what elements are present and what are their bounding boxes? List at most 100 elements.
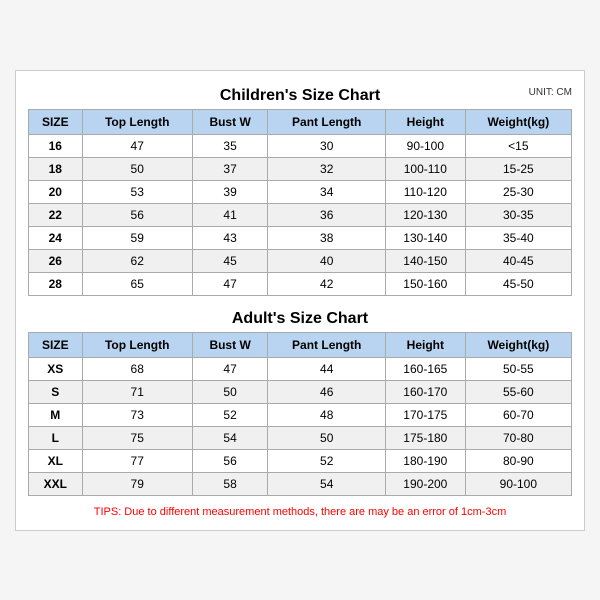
table-cell: 50 bbox=[82, 157, 192, 180]
table-cell: 53 bbox=[82, 180, 192, 203]
table-cell: 16 bbox=[29, 134, 83, 157]
table-cell: 90-100 bbox=[465, 472, 571, 495]
table-cell: 75 bbox=[82, 426, 192, 449]
table-cell: 22 bbox=[29, 203, 83, 226]
table-cell: 47 bbox=[192, 357, 268, 380]
table-row: 20533934110-12025-30 bbox=[29, 180, 572, 203]
table-cell: 130-140 bbox=[386, 226, 466, 249]
table-cell: 68 bbox=[82, 357, 192, 380]
table-cell: 43 bbox=[192, 226, 268, 249]
table-cell: 35 bbox=[192, 134, 268, 157]
table-cell: 34 bbox=[268, 180, 386, 203]
col-header-height: Height bbox=[386, 109, 466, 134]
col-header-bust-w: Bust W bbox=[192, 109, 268, 134]
table-cell: 56 bbox=[82, 203, 192, 226]
table-cell: 46 bbox=[268, 380, 386, 403]
table-cell: 160-170 bbox=[386, 380, 466, 403]
col-header-weight: Weight(kg) bbox=[465, 109, 571, 134]
table-row: 28654742150-16045-50 bbox=[29, 272, 572, 295]
table-cell: 40-45 bbox=[465, 249, 571, 272]
table-cell: 55-60 bbox=[465, 380, 571, 403]
col-header-size: SIZE bbox=[29, 109, 83, 134]
table-cell: 24 bbox=[29, 226, 83, 249]
table-cell: 56 bbox=[192, 449, 268, 472]
table-cell: 90-100 bbox=[386, 134, 466, 157]
table-row: XS684744160-16550-55 bbox=[29, 357, 572, 380]
table-row: S715046160-17055-60 bbox=[29, 380, 572, 403]
table-cell: 32 bbox=[268, 157, 386, 180]
table-cell: 26 bbox=[29, 249, 83, 272]
table-row: 24594338130-14035-40 bbox=[29, 226, 572, 249]
adult-col-header-height: Height bbox=[386, 332, 466, 357]
table-cell: 110-120 bbox=[386, 180, 466, 203]
table-cell: 70-80 bbox=[465, 426, 571, 449]
table-cell: 42 bbox=[268, 272, 386, 295]
table-cell: 30-35 bbox=[465, 203, 571, 226]
table-cell: 175-180 bbox=[386, 426, 466, 449]
table-cell: 48 bbox=[268, 403, 386, 426]
table-cell: 20 bbox=[29, 180, 83, 203]
adult-col-header-pant-length: Pant Length bbox=[268, 332, 386, 357]
table-row: 18503732100-11015-25 bbox=[29, 157, 572, 180]
table-row: L755450175-18070-80 bbox=[29, 426, 572, 449]
table-cell: 100-110 bbox=[386, 157, 466, 180]
table-cell: 18 bbox=[29, 157, 83, 180]
table-cell: S bbox=[29, 380, 83, 403]
table-cell: 120-130 bbox=[386, 203, 466, 226]
table-row: M735248170-17560-70 bbox=[29, 403, 572, 426]
col-header-pant-length: Pant Length bbox=[268, 109, 386, 134]
adult-col-header-top-length: Top Length bbox=[82, 332, 192, 357]
table-cell: 140-150 bbox=[386, 249, 466, 272]
table-cell: XS bbox=[29, 357, 83, 380]
table-cell: 30 bbox=[268, 134, 386, 157]
table-cell: XXL bbox=[29, 472, 83, 495]
table-cell: 52 bbox=[268, 449, 386, 472]
table-cell: 47 bbox=[82, 134, 192, 157]
table-cell: 58 bbox=[192, 472, 268, 495]
children-header-row: SIZE Top Length Bust W Pant Length Heigh… bbox=[29, 109, 572, 134]
adults-section-title: Adult's Size Chart bbox=[28, 304, 572, 332]
adult-col-header-size: SIZE bbox=[29, 332, 83, 357]
table-row: XXL795854190-20090-100 bbox=[29, 472, 572, 495]
table-cell: <15 bbox=[465, 134, 571, 157]
table-row: XL775652180-19080-90 bbox=[29, 449, 572, 472]
unit-label: UNIT: CM bbox=[529, 87, 572, 98]
table-cell: 50-55 bbox=[465, 357, 571, 380]
table-row: 1647353090-100<15 bbox=[29, 134, 572, 157]
table-cell: 180-190 bbox=[386, 449, 466, 472]
table-cell: XL bbox=[29, 449, 83, 472]
children-title-text: Children's Size Chart bbox=[220, 87, 380, 104]
table-row: 22564136120-13030-35 bbox=[29, 203, 572, 226]
table-cell: L bbox=[29, 426, 83, 449]
tips-text: TIPS: Due to different measurement metho… bbox=[28, 504, 572, 520]
children-size-table: SIZE Top Length Bust W Pant Length Heigh… bbox=[28, 109, 572, 296]
adult-col-header-weight: Weight(kg) bbox=[465, 332, 571, 357]
table-cell: 170-175 bbox=[386, 403, 466, 426]
col-header-top-length: Top Length bbox=[82, 109, 192, 134]
table-cell: 28 bbox=[29, 272, 83, 295]
table-cell: 36 bbox=[268, 203, 386, 226]
adults-title-text: Adult's Size Chart bbox=[232, 310, 368, 327]
table-cell: 150-160 bbox=[386, 272, 466, 295]
children-section-title: Children's Size Chart UNIT: CM bbox=[28, 81, 572, 109]
table-cell: 65 bbox=[82, 272, 192, 295]
table-cell: 160-165 bbox=[386, 357, 466, 380]
table-cell: 190-200 bbox=[386, 472, 466, 495]
table-cell: 47 bbox=[192, 272, 268, 295]
chart-container: Children's Size Chart UNIT: CM SIZE Top … bbox=[15, 70, 585, 531]
table-cell: 62 bbox=[82, 249, 192, 272]
table-cell: 54 bbox=[192, 426, 268, 449]
table-cell: 39 bbox=[192, 180, 268, 203]
adults-header-row: SIZE Top Length Bust W Pant Length Heigh… bbox=[29, 332, 572, 357]
table-cell: 60-70 bbox=[465, 403, 571, 426]
table-cell: 80-90 bbox=[465, 449, 571, 472]
table-cell: 44 bbox=[268, 357, 386, 380]
table-cell: 45-50 bbox=[465, 272, 571, 295]
table-cell: 73 bbox=[82, 403, 192, 426]
table-cell: 50 bbox=[268, 426, 386, 449]
table-cell: 15-25 bbox=[465, 157, 571, 180]
table-cell: 35-40 bbox=[465, 226, 571, 249]
table-cell: 40 bbox=[268, 249, 386, 272]
table-cell: M bbox=[29, 403, 83, 426]
table-cell: 50 bbox=[192, 380, 268, 403]
